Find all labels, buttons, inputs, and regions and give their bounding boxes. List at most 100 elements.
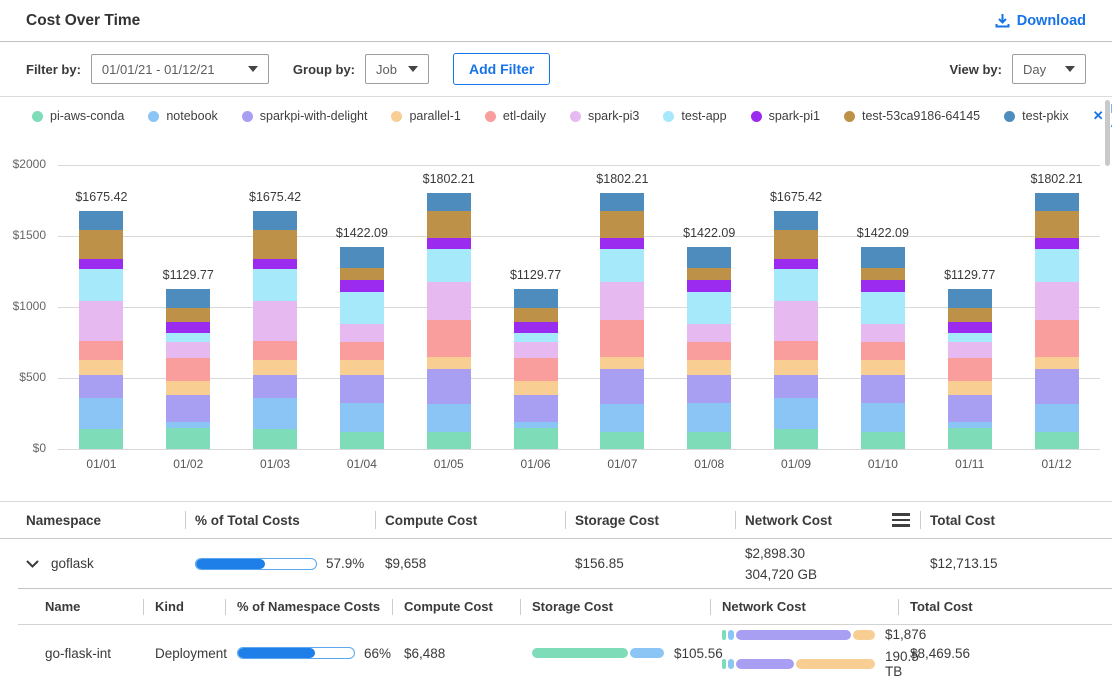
date-range-select[interactable]: 01/01/21 - 01/12/21 <box>91 54 269 84</box>
bar-segment-test-53ca9186-64145[interactable] <box>1035 211 1079 238</box>
bar-segment-notebook[interactable] <box>340 403 384 432</box>
bar-segment-pi-aws-conda[interactable] <box>948 428 992 449</box>
table-row[interactable]: goflask 57.9% $9,658 $156.85 $2,898.30 3… <box>0 539 1112 588</box>
bar-segment-etl-daily[interactable] <box>1035 320 1079 357</box>
stacked-bar-01/11[interactable] <box>948 289 992 449</box>
bar-segment-test-pkix[interactable] <box>600 193 644 211</box>
bar-segment-sparkpi-with-delight[interactable] <box>166 395 210 422</box>
bar-segment-pi-aws-conda[interactable] <box>427 432 471 449</box>
bar-segment-pi-aws-conda[interactable] <box>1035 432 1079 449</box>
column-header-compute-cost[interactable]: Compute Cost <box>375 502 565 538</box>
bar-segment-spark-pi3[interactable] <box>948 342 992 358</box>
bar-segment-test-pkix[interactable] <box>774 211 818 230</box>
bar-segment-parallel-1[interactable] <box>1035 357 1079 369</box>
bar-segment-etl-daily[interactable] <box>774 341 818 361</box>
bar-segment-spark-pi3[interactable] <box>253 301 297 341</box>
add-filter-button[interactable]: Add Filter <box>453 53 550 85</box>
stacked-bar-01/03[interactable] <box>253 211 297 449</box>
view-by-select[interactable]: Day <box>1012 54 1086 84</box>
bar-segment-test-pkix[interactable] <box>253 211 297 230</box>
legend-item-parallel-1[interactable]: parallel-1 <box>391 109 460 123</box>
bar-segment-etl-daily[interactable] <box>687 342 731 360</box>
bar-segment-spark-pi1[interactable] <box>687 280 731 292</box>
group-by-select[interactable]: Job <box>365 54 429 84</box>
bar-segment-test-53ca9186-64145[interactable] <box>948 308 992 322</box>
bar-segment-notebook[interactable] <box>687 403 731 432</box>
bar-segment-spark-pi3[interactable] <box>427 282 471 320</box>
bar-segment-spark-pi3[interactable] <box>514 342 558 358</box>
bar-segment-spark-pi1[interactable] <box>253 259 297 269</box>
bar-segment-pi-aws-conda[interactable] <box>253 429 297 449</box>
bar-segment-test-pkix[interactable] <box>427 193 471 211</box>
bar-segment-parallel-1[interactable] <box>861 360 905 374</box>
bar-segment-spark-pi1[interactable] <box>340 280 384 292</box>
column-header-%-of-namespace-costs[interactable]: % of Namespace Costs <box>225 589 392 624</box>
column-header-storage-cost[interactable]: Storage Cost <box>520 589 710 624</box>
bar-segment-sparkpi-with-delight[interactable] <box>340 375 384 403</box>
bar-segment-pi-aws-conda[interactable] <box>79 429 123 449</box>
stacked-bar-01/02[interactable] <box>166 289 210 449</box>
column-header-network-cost[interactable]: Network Cost <box>735 502 920 538</box>
bar-segment-test-53ca9186-64145[interactable] <box>427 211 471 238</box>
bar-segment-test-pkix[interactable] <box>687 247 731 268</box>
bar-segment-test-pkix[interactable] <box>340 247 384 268</box>
bar-segment-test-pkix[interactable] <box>861 247 905 268</box>
bar-segment-pi-aws-conda[interactable] <box>340 432 384 449</box>
bar-segment-pi-aws-conda[interactable] <box>166 428 210 449</box>
bar-segment-parallel-1[interactable] <box>340 360 384 374</box>
column-header-network-cost[interactable]: Network Cost <box>710 589 898 624</box>
bar-segment-pi-aws-conda[interactable] <box>600 432 644 449</box>
bar-segment-spark-pi1[interactable] <box>774 259 818 269</box>
bar-segment-test-pkix[interactable] <box>514 289 558 308</box>
bar-segment-test-53ca9186-64145[interactable] <box>600 211 644 238</box>
bar-segment-notebook[interactable] <box>600 404 644 432</box>
legend-item-notebook[interactable]: notebook <box>148 109 217 123</box>
bar-segment-test-53ca9186-64145[interactable] <box>514 308 558 322</box>
bar-segment-notebook[interactable] <box>1035 404 1079 432</box>
bar-segment-test-app[interactable] <box>253 269 297 301</box>
bar-segment-test-app[interactable] <box>79 269 123 301</box>
bar-segment-etl-daily[interactable] <box>514 358 558 381</box>
bar-segment-parallel-1[interactable] <box>166 381 210 395</box>
bar-segment-spark-pi1[interactable] <box>166 322 210 333</box>
column-header-namespace[interactable]: Namespace <box>0 502 185 538</box>
bar-segment-spark-pi1[interactable] <box>79 259 123 269</box>
bar-segment-spark-pi1[interactable] <box>1035 238 1079 249</box>
bar-segment-test-pkix[interactable] <box>166 289 210 308</box>
bar-segment-spark-pi3[interactable] <box>861 324 905 342</box>
bar-segment-test-53ca9186-64145[interactable] <box>687 268 731 280</box>
bar-segment-test-app[interactable] <box>427 249 471 282</box>
bar-segment-spark-pi1[interactable] <box>514 322 558 333</box>
bar-segment-spark-pi1[interactable] <box>948 322 992 333</box>
bar-segment-parallel-1[interactable] <box>79 360 123 374</box>
stacked-bar-01/12[interactable] <box>1035 193 1079 449</box>
column-header-compute-cost[interactable]: Compute Cost <box>392 589 520 624</box>
bar-segment-notebook[interactable] <box>253 398 297 429</box>
bar-segment-etl-daily[interactable] <box>948 358 992 381</box>
bar-segment-test-app[interactable] <box>687 292 731 324</box>
bar-segment-sparkpi-with-delight[interactable] <box>1035 369 1079 404</box>
bar-segment-spark-pi3[interactable] <box>774 301 818 341</box>
legend-item-spark-pi1[interactable]: spark-pi1 <box>751 109 820 123</box>
bar-segment-spark-pi3[interactable] <box>600 282 644 320</box>
bar-segment-sparkpi-with-delight[interactable] <box>514 395 558 422</box>
bar-segment-test-53ca9186-64145[interactable] <box>861 268 905 280</box>
bar-segment-parallel-1[interactable] <box>774 360 818 374</box>
column-header-name[interactable]: Name <box>18 589 143 624</box>
bar-segment-test-53ca9186-64145[interactable] <box>79 230 123 259</box>
column-header-storage-cost[interactable]: Storage Cost <box>565 502 735 538</box>
bar-segment-test-pkix[interactable] <box>1035 193 1079 211</box>
bar-segment-parallel-1[interactable] <box>253 360 297 374</box>
legend-item-test-pkix[interactable]: test-pkix <box>1004 109 1069 123</box>
bar-segment-test-53ca9186-64145[interactable] <box>774 230 818 259</box>
bar-segment-etl-daily[interactable] <box>861 342 905 360</box>
bar-segment-parallel-1[interactable] <box>427 357 471 369</box>
column-header-kind[interactable]: Kind <box>143 589 225 624</box>
bar-segment-etl-daily[interactable] <box>600 320 644 357</box>
bar-segment-pi-aws-conda[interactable] <box>861 432 905 449</box>
bar-segment-test-app[interactable] <box>1035 249 1079 282</box>
bar-segment-pi-aws-conda[interactable] <box>687 432 731 449</box>
bar-segment-notebook[interactable] <box>427 404 471 432</box>
bar-segment-test-app[interactable] <box>514 333 558 342</box>
bar-segment-etl-daily[interactable] <box>340 342 384 360</box>
